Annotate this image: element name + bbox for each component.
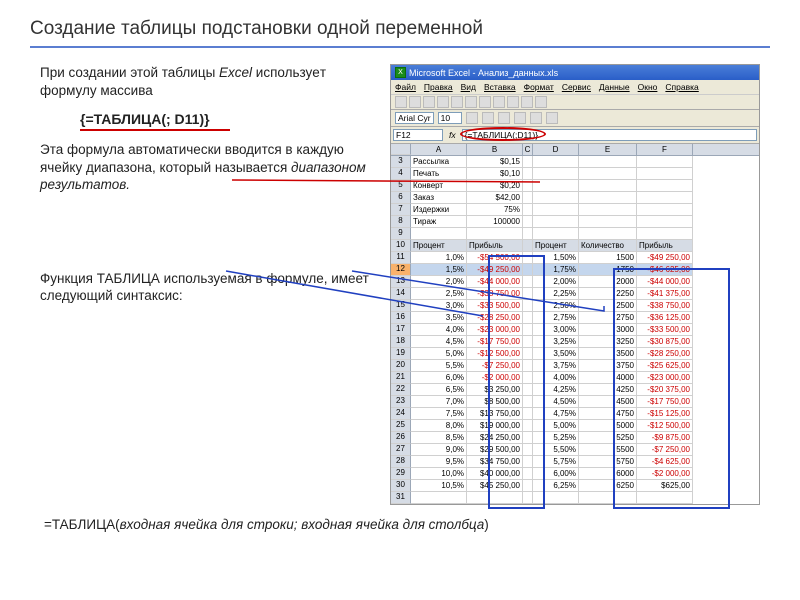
pointer-red bbox=[0, 0, 800, 600]
